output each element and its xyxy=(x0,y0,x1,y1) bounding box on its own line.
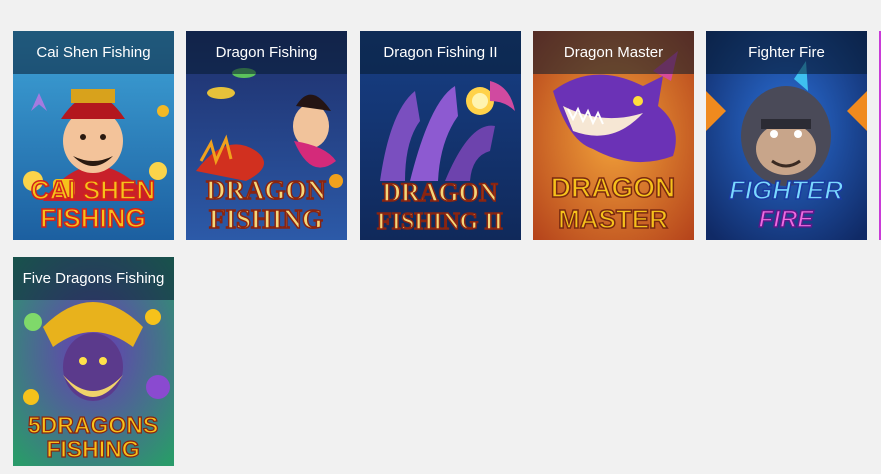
svg-text:DRAGON: DRAGON xyxy=(206,175,326,205)
svg-text:FIGHTER: FIGHTER xyxy=(729,175,843,205)
svg-text:FISHING: FISHING xyxy=(40,203,145,233)
game-card-dragon-master[interactable]: DRAGON MASTER Dragon Master xyxy=(533,31,694,240)
game-card-dragon-fishing-ii[interactable]: DRAGON FISHING II Dragon Fishing II xyxy=(360,31,521,240)
game-card-cai-shen-fishing[interactable]: CAI SHEN FISHING Cai Shen Fishing xyxy=(13,31,174,240)
game-title: Dragon Fishing II xyxy=(360,31,521,74)
game-title: Dragon Fishing xyxy=(186,31,347,74)
svg-text:DRAGON: DRAGON xyxy=(551,172,675,203)
game-card-five-dragons-fishing[interactable]: 5DRAGONS FISHING Five Dragons Fishing xyxy=(13,257,174,466)
game-title: Five Dragons Fishing xyxy=(13,257,174,300)
game-title: Fighter Fire xyxy=(706,31,867,74)
svg-text:5DRAGONS: 5DRAGONS xyxy=(28,412,158,438)
svg-text:FIRE: FIRE xyxy=(759,206,815,233)
game-card-fighter-fire[interactable]: FIGHTER FIRE Fighter Fire xyxy=(706,31,867,240)
game-title: Dragon Master xyxy=(533,31,694,74)
svg-text:DRAGON: DRAGON xyxy=(382,178,498,207)
svg-text:CAI SHEN: CAI SHEN xyxy=(31,175,155,205)
game-card-dragon-fishing[interactable]: DRAGON FISHING Dragon Fishing xyxy=(186,31,347,240)
game-grid: CAI SHEN FISHING Cai Shen Fishing DRAGON… xyxy=(0,0,881,474)
svg-text:MASTER: MASTER xyxy=(558,204,668,234)
game-title: Cai Shen Fishing xyxy=(13,31,174,74)
svg-text:FISHING II: FISHING II xyxy=(377,209,503,235)
svg-text:FISHING: FISHING xyxy=(209,204,323,234)
svg-text:FISHING: FISHING xyxy=(46,436,139,462)
